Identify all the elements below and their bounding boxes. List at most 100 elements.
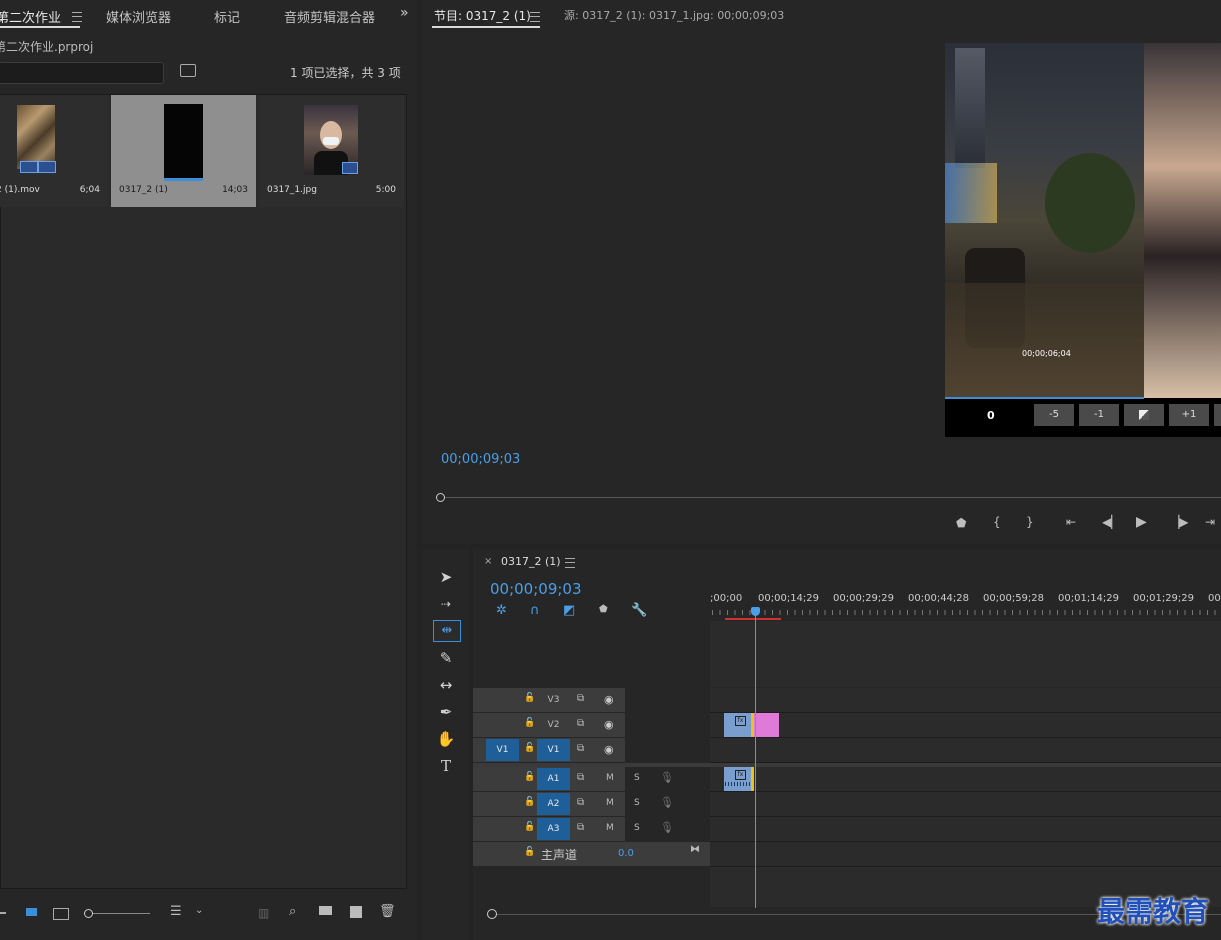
work-area-bar[interactable] (725, 618, 781, 620)
track-lane-v2[interactable] (710, 713, 1221, 738)
tab-program-monitor[interactable]: 节目: 0317_2 (1) (434, 7, 531, 24)
hand-tool-icon[interactable]: ✋ (435, 729, 457, 749)
track-target-v3[interactable]: V3 (537, 689, 570, 711)
wrench-icon[interactable]: 🔧 (631, 603, 647, 618)
ripple-edit-tool-icon[interactable]: ⇹ (433, 620, 461, 642)
microphone-icon[interactable]: 🎙 (660, 796, 674, 809)
mark-in-icon[interactable]: { (993, 515, 1001, 529)
tab-audio-clip-mixer[interactable]: 音频剪辑混合器 (284, 7, 375, 26)
freeform-view-icon[interactable] (53, 908, 69, 920)
track-lane-master[interactable] (710, 842, 1221, 867)
monitor-scrubber-line[interactable] (441, 497, 1221, 498)
timeline-timecode[interactable]: 00;00;09;03 (490, 580, 582, 598)
pen-tool-icon[interactable]: ✒ (435, 702, 457, 722)
track-target-v1[interactable]: V1 (537, 739, 570, 761)
sort-icon[interactable]: ☰ (170, 904, 182, 919)
play-icon[interactable]: ▶ (1136, 514, 1147, 530)
snap-magnet-icon[interactable]: ∩ (530, 603, 540, 618)
mark-out-icon[interactable]: } (1026, 515, 1034, 529)
step-forward-icon[interactable]: ▕▶ (1170, 515, 1188, 529)
track-target-a3[interactable]: A3 (537, 818, 570, 840)
trim-plus-5-button[interactable] (1214, 404, 1221, 426)
track-lane-v1[interactable] (710, 738, 1221, 763)
slip-tool-icon[interactable]: ↔ (435, 675, 457, 695)
trim-minus-5-button[interactable]: -5 (1034, 404, 1074, 426)
eye-icon[interactable]: ◉ (604, 718, 614, 731)
list-view-icon[interactable] (0, 912, 6, 914)
track-lane-a2[interactable] (710, 792, 1221, 817)
close-icon[interactable]: × (484, 556, 492, 567)
nest-icon[interactable]: ✲ (496, 603, 507, 618)
sync-lock-icon[interactable]: ⧉ (577, 743, 584, 754)
panel-menu-icon[interactable] (565, 558, 575, 568)
monitor-time-ruler[interactable] (441, 488, 1221, 494)
add-marker-icon[interactable]: ⬟ (956, 516, 966, 530)
audio-clip[interactable]: fx (724, 767, 753, 791)
type-tool-icon[interactable]: T (435, 756, 457, 776)
list-item[interactable]: 0317_2 (1) 14;03 (111, 95, 256, 207)
master-volume-value[interactable]: 0.0 (618, 848, 634, 859)
tab-sequence[interactable]: 0317_2 (1) (501, 555, 561, 568)
image-clip[interactable] (754, 713, 779, 737)
mute-button[interactable]: M (606, 823, 614, 833)
lock-icon[interactable]: 🔓 (524, 772, 535, 782)
trim-minus-1-button[interactable]: -1 (1079, 404, 1119, 426)
lock-icon[interactable]: 🔓 (524, 822, 535, 832)
chevron-down-icon[interactable]: ⌄ (195, 905, 203, 916)
track-target-a1[interactable]: A1 (537, 768, 570, 790)
new-bin-icon[interactable] (319, 906, 332, 915)
track-lane-a3[interactable] (710, 817, 1221, 842)
monitor-playhead-handle[interactable] (436, 493, 445, 502)
selection-tool-icon[interactable]: ➤ (435, 567, 457, 587)
automate-sequence-icon[interactable]: ▥ (258, 906, 269, 920)
clip-edit-point[interactable] (751, 767, 754, 791)
mute-button[interactable]: M (606, 773, 614, 783)
icon-view-icon[interactable] (26, 908, 37, 916)
track-lane-a1[interactable] (710, 767, 1221, 792)
microphone-icon[interactable]: 🎙 (660, 821, 674, 834)
find-bin-icon[interactable] (180, 64, 196, 77)
lock-icon[interactable]: 🔓 (524, 847, 535, 857)
scrollbar-handle[interactable] (487, 909, 497, 919)
apply-default-transition-button[interactable] (1124, 404, 1164, 426)
go-to-out-icon[interactable]: ⇥ (1205, 515, 1215, 529)
tab-markers[interactable]: 标记 (214, 7, 240, 26)
panel-menu-icon[interactable] (72, 12, 82, 22)
eye-icon[interactable]: ◉ (604, 693, 614, 706)
solo-button[interactable]: S (634, 773, 640, 783)
lock-icon[interactable]: 🔓 (524, 693, 535, 703)
add-marker-icon[interactable]: ⬟ (599, 604, 608, 615)
video-clip[interactable]: fx (724, 713, 753, 737)
solo-button[interactable]: S (634, 798, 640, 808)
zoom-slider-handle[interactable] (84, 909, 93, 918)
track-select-tool-icon[interactable]: ⇢ (435, 594, 457, 614)
linked-selection-icon[interactable]: ◩ (563, 603, 575, 618)
zoom-slider[interactable] (88, 913, 150, 914)
new-item-icon[interactable] (350, 906, 362, 918)
list-item[interactable]: 2 (1).mov 6;04 (0, 95, 108, 207)
sync-lock-icon[interactable]: ⧉ (577, 718, 584, 729)
mute-button[interactable]: M (606, 798, 614, 808)
sync-lock-icon[interactable]: ⧉ (577, 772, 584, 783)
playhead-line[interactable] (755, 614, 756, 908)
list-item[interactable]: 0317_1.jpg 5:00 (259, 95, 404, 207)
overflow-chevron-icon[interactable]: » (400, 5, 409, 21)
track-target-a2[interactable]: A2 (537, 793, 570, 815)
razor-tool-icon[interactable]: ✎ (435, 648, 457, 668)
lock-icon[interactable]: 🔓 (524, 718, 535, 728)
go-to-edit-point-icon[interactable]: ⧓ (690, 844, 700, 855)
go-to-in-icon[interactable]: ⇤ (1066, 515, 1076, 529)
track-target-v2[interactable]: V2 (537, 714, 570, 736)
sync-lock-icon[interactable]: ⧉ (577, 797, 584, 808)
step-back-icon[interactable]: ◀▏ (1102, 515, 1120, 529)
track-lane-v3[interactable] (710, 688, 1221, 713)
find-icon[interactable]: ⌕ (289, 904, 296, 919)
lock-icon[interactable]: 🔓 (524, 797, 535, 807)
tab-source-monitor[interactable]: 源: 0317_2 (1): 0317_1.jpg: 00;00;09;03 (564, 7, 784, 23)
source-patch-v1[interactable]: V1 (486, 739, 519, 761)
trim-plus-1-button[interactable]: +1 (1169, 404, 1209, 426)
trash-icon[interactable]: 🗑 (379, 904, 396, 919)
program-timecode[interactable]: 00;00;09;03 (441, 452, 520, 467)
panel-menu-icon[interactable] (530, 12, 540, 22)
eye-icon[interactable]: ◉ (604, 743, 614, 756)
